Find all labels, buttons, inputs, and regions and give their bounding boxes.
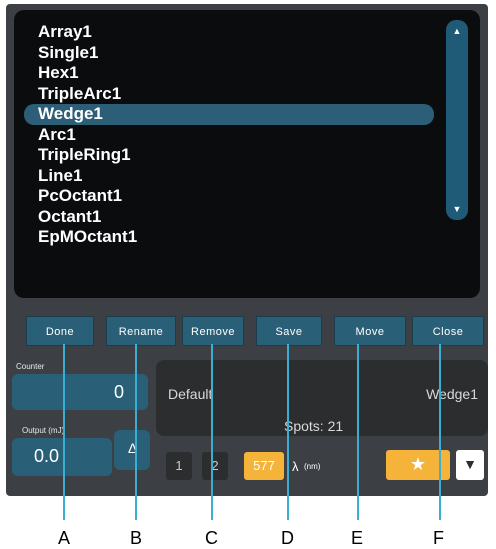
callout-lines bbox=[63, 344, 441, 520]
